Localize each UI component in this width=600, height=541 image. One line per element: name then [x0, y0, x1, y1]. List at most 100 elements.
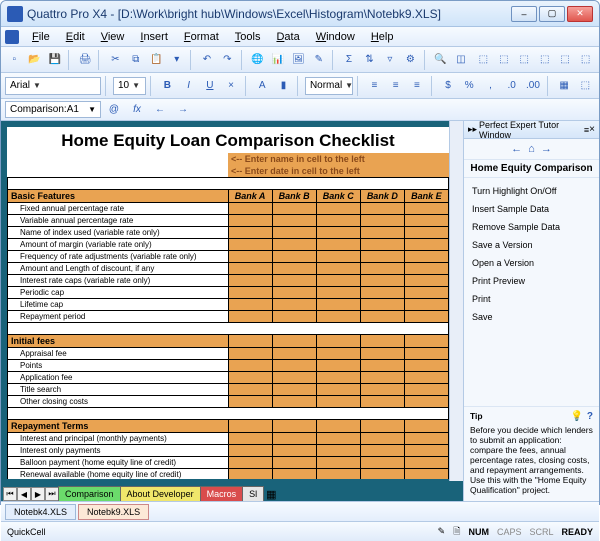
menu-insert[interactable]: Insert [133, 29, 175, 45]
tab-nav-prev[interactable]: ◀ [17, 487, 31, 501]
tab-nav-last[interactable]: ⏭ [45, 487, 59, 501]
menu-edit[interactable]: Edit [59, 29, 92, 45]
image-icon[interactable]: 🖼 [289, 50, 307, 70]
tab-add[interactable]: ▦ [266, 488, 276, 501]
sidepanel-back-icon[interactable]: ← [511, 143, 522, 155]
nav-next-icon[interactable]: → [173, 100, 193, 120]
spreadsheet-grid[interactable]: <-- Enter name in cell to the left <-- E… [7, 153, 449, 479]
statusbar: QuickCell ✎ 🗎 NUM CAPS SCRL READY [1, 521, 599, 541]
merge-icon[interactable]: ⬚ [576, 76, 595, 96]
tool-e-icon[interactable]: ⬚ [556, 50, 574, 70]
dec-dec-icon[interactable]: .00 [523, 76, 542, 96]
sheet-tab-macros[interactable]: Macros [200, 486, 244, 501]
cell-reference[interactable]: Comparison:A1▼ [5, 101, 101, 118]
doctab-notebk4[interactable]: Notebk4.XLS [5, 504, 76, 520]
save-icon[interactable]: 💾 [46, 50, 64, 70]
align-center-icon[interactable]: ≡ [386, 76, 405, 96]
new-icon[interactable]: ▫ [5, 50, 23, 70]
scrollbar-vertical[interactable] [449, 121, 463, 481]
italic-icon[interactable]: I [179, 76, 198, 96]
action-remove-sample[interactable]: Remove Sample Data [466, 218, 597, 236]
status-pen-icon[interactable]: ✎ [438, 526, 446, 537]
fx-icon[interactable]: fx [127, 100, 147, 120]
sheet-tab-comparison[interactable]: Comparison [58, 486, 121, 501]
dec-inc-icon[interactable]: .0 [502, 76, 521, 96]
underline-icon[interactable]: U [200, 76, 219, 96]
currency-icon[interactable]: $ [438, 76, 457, 96]
font-select[interactable]: Arial▼ [5, 77, 101, 95]
status-num: NUM [468, 527, 489, 537]
action-print-preview[interactable]: Print Preview [466, 272, 597, 290]
doctab-notebk9[interactable]: Notebk9.XLS [78, 504, 149, 520]
menu-help[interactable]: Help [364, 29, 401, 45]
align-left-icon[interactable]: ≡ [365, 76, 384, 96]
goto-icon[interactable]: @ [104, 100, 124, 120]
fontcolor-icon[interactable]: A [253, 76, 272, 96]
paste-drop-icon[interactable]: ▾ [168, 50, 186, 70]
comma-icon[interactable]: , [481, 76, 500, 96]
menu-file[interactable]: File [25, 29, 57, 45]
zoom-icon[interactable]: 🔍 [431, 50, 449, 70]
align-right-icon[interactable]: ≡ [407, 76, 426, 96]
action-print[interactable]: Print [466, 290, 597, 308]
menu-format[interactable]: Format [177, 29, 226, 45]
tab-nav-next[interactable]: ▶ [31, 487, 45, 501]
nav-prev-icon[interactable]: ← [150, 100, 170, 120]
menu-window[interactable]: Window [309, 29, 362, 45]
sidepanel-home-icon[interactable]: ⌂ [528, 143, 535, 155]
sort-icon[interactable]: ⇅ [360, 50, 378, 70]
sidepanel-forward-icon[interactable]: → [541, 143, 552, 155]
action-open-version[interactable]: Open a Version [466, 254, 597, 272]
tip-text: Before you decide which lenders to submi… [470, 425, 593, 495]
open-icon[interactable]: 📂 [25, 50, 43, 70]
strike-icon[interactable]: × [221, 76, 240, 96]
fit-icon[interactable]: ◫ [452, 50, 470, 70]
tab-nav-first[interactable]: ⏮ [3, 487, 17, 501]
action-save[interactable]: Save [466, 308, 597, 326]
tip-help-icon[interactable]: ? [587, 411, 593, 422]
status-quickcell[interactable]: QuickCell [7, 527, 46, 537]
calc-icon[interactable]: ⚙ [401, 50, 419, 70]
sheet-tab-sl[interactable]: Sl [242, 486, 264, 501]
tool-b-icon[interactable]: ⬚ [495, 50, 513, 70]
size-select[interactable]: 10▼ [113, 77, 146, 95]
maximize-button[interactable]: ▢ [539, 6, 565, 22]
chart-icon[interactable]: 📊 [269, 50, 287, 70]
menu-tools[interactable]: Tools [228, 29, 268, 45]
action-insert-sample[interactable]: Insert Sample Data [466, 200, 597, 218]
window-title: Quattro Pro X4 - [D:\Work\bright hub\Win… [27, 7, 511, 21]
hyperlink-icon[interactable]: 🌐 [248, 50, 266, 70]
close-button[interactable]: ✕ [567, 6, 593, 22]
copy-icon[interactable]: ⧉ [127, 50, 145, 70]
sidepanel-title: Home Equity Comparison [464, 160, 599, 178]
redo-icon[interactable]: ↷ [218, 50, 236, 70]
tool-f-icon[interactable]: ⬚ [576, 50, 594, 70]
draw-icon[interactable]: ✎ [310, 50, 328, 70]
tool-c-icon[interactable]: ⬚ [515, 50, 533, 70]
app-menu-icon[interactable] [5, 30, 19, 44]
borders-icon[interactable]: ▦ [554, 76, 573, 96]
undo-icon[interactable]: ↶ [198, 50, 216, 70]
cut-icon[interactable]: ✂ [106, 50, 124, 70]
menu-view[interactable]: View [94, 29, 132, 45]
paste-icon[interactable]: 📋 [147, 50, 165, 70]
action-save-version[interactable]: Save a Version [466, 236, 597, 254]
minimize-button[interactable]: – [511, 6, 537, 22]
sheet-tab-about[interactable]: About Developer [120, 486, 201, 501]
bold-icon[interactable]: B [158, 76, 177, 96]
tip-lightbulb-icon[interactable]: 💡 [570, 411, 582, 422]
menu-data[interactable]: Data [269, 29, 306, 45]
worksheet[interactable]: Home Equity Loan Comparison Checklist <-… [7, 127, 449, 479]
status-doc-icon[interactable]: 🗎 [453, 524, 460, 540]
tool-a-icon[interactable]: ⬚ [474, 50, 492, 70]
percent-icon[interactable]: % [460, 76, 479, 96]
row-label: Interest only payments [8, 445, 229, 457]
sum-icon[interactable]: Σ [340, 50, 358, 70]
tool-d-icon[interactable]: ⬚ [535, 50, 553, 70]
style-select[interactable]: Normal▼ [305, 77, 353, 95]
filter-icon[interactable]: ▿ [381, 50, 399, 70]
print-icon[interactable]: 🖨 [76, 50, 94, 70]
sidepanel-close-icon[interactable]: × [589, 124, 595, 135]
action-highlight[interactable]: Turn Highlight On/Off [466, 182, 597, 200]
fillcolor-icon[interactable]: ▮ [274, 76, 293, 96]
